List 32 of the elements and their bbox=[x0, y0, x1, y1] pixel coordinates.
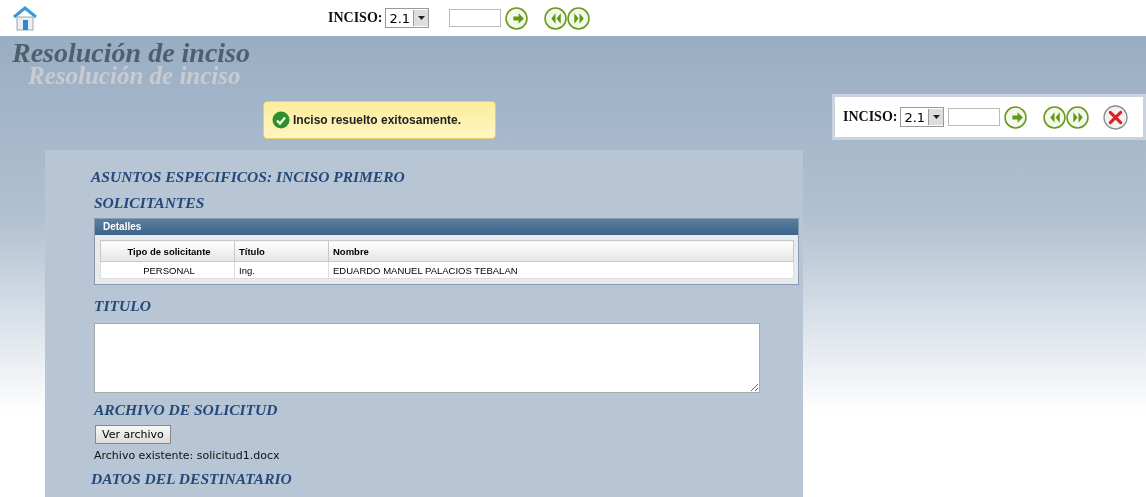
existing-file-text: Archivo existente: solicitud1.docx bbox=[94, 449, 281, 462]
grid-title: Detalles bbox=[95, 219, 798, 235]
rewind-icon[interactable] bbox=[1043, 105, 1067, 129]
section-heading: DATOS DEL DESTINATARIO bbox=[91, 470, 293, 488]
fast-forward-icon[interactable] bbox=[567, 6, 591, 30]
title-field[interactable] bbox=[94, 323, 760, 393]
section-heading: SOLICITANTES bbox=[94, 194, 206, 212]
check-icon bbox=[272, 111, 290, 129]
inciso-input[interactable] bbox=[449, 9, 502, 27]
section-heading: ARCHIVO DE SOLICITUD bbox=[94, 401, 279, 419]
table-cell: PERSONAL bbox=[100, 261, 235, 279]
message-text: Inciso resuelto exitosamente. bbox=[293, 113, 462, 127]
inciso-input[interactable] bbox=[948, 108, 1001, 126]
caret-icon bbox=[417, 16, 425, 20]
rewind-icon[interactable] bbox=[544, 6, 568, 30]
inciso-label: INCISO: bbox=[328, 10, 383, 26]
home-icon[interactable] bbox=[10, 3, 40, 33]
table-cell: EDUARDO MANUEL PALACIOS TEBALAN bbox=[328, 261, 794, 279]
inciso-select[interactable]: 2.1 bbox=[385, 8, 430, 28]
column-header: Nombre bbox=[328, 240, 794, 262]
inciso-label: INCISO: bbox=[843, 109, 898, 125]
section-heading: ASUNTOS ESPECIFICOS: INCISO PRIMERO bbox=[91, 168, 406, 186]
column-header: Tipo de solicitante bbox=[100, 240, 235, 262]
column-header: Título bbox=[234, 240, 329, 262]
page-title: Resolución de inciso bbox=[12, 40, 250, 66]
close-icon[interactable] bbox=[1103, 104, 1129, 130]
inciso-select[interactable]: 2.1 bbox=[900, 107, 945, 127]
caret-icon bbox=[932, 115, 940, 119]
view-file-button[interactable]: Ver archivo bbox=[95, 425, 171, 444]
table-cell: Ing. bbox=[234, 261, 329, 279]
fast-forward-icon[interactable] bbox=[1066, 105, 1090, 129]
section-heading: TITULO bbox=[94, 297, 152, 315]
